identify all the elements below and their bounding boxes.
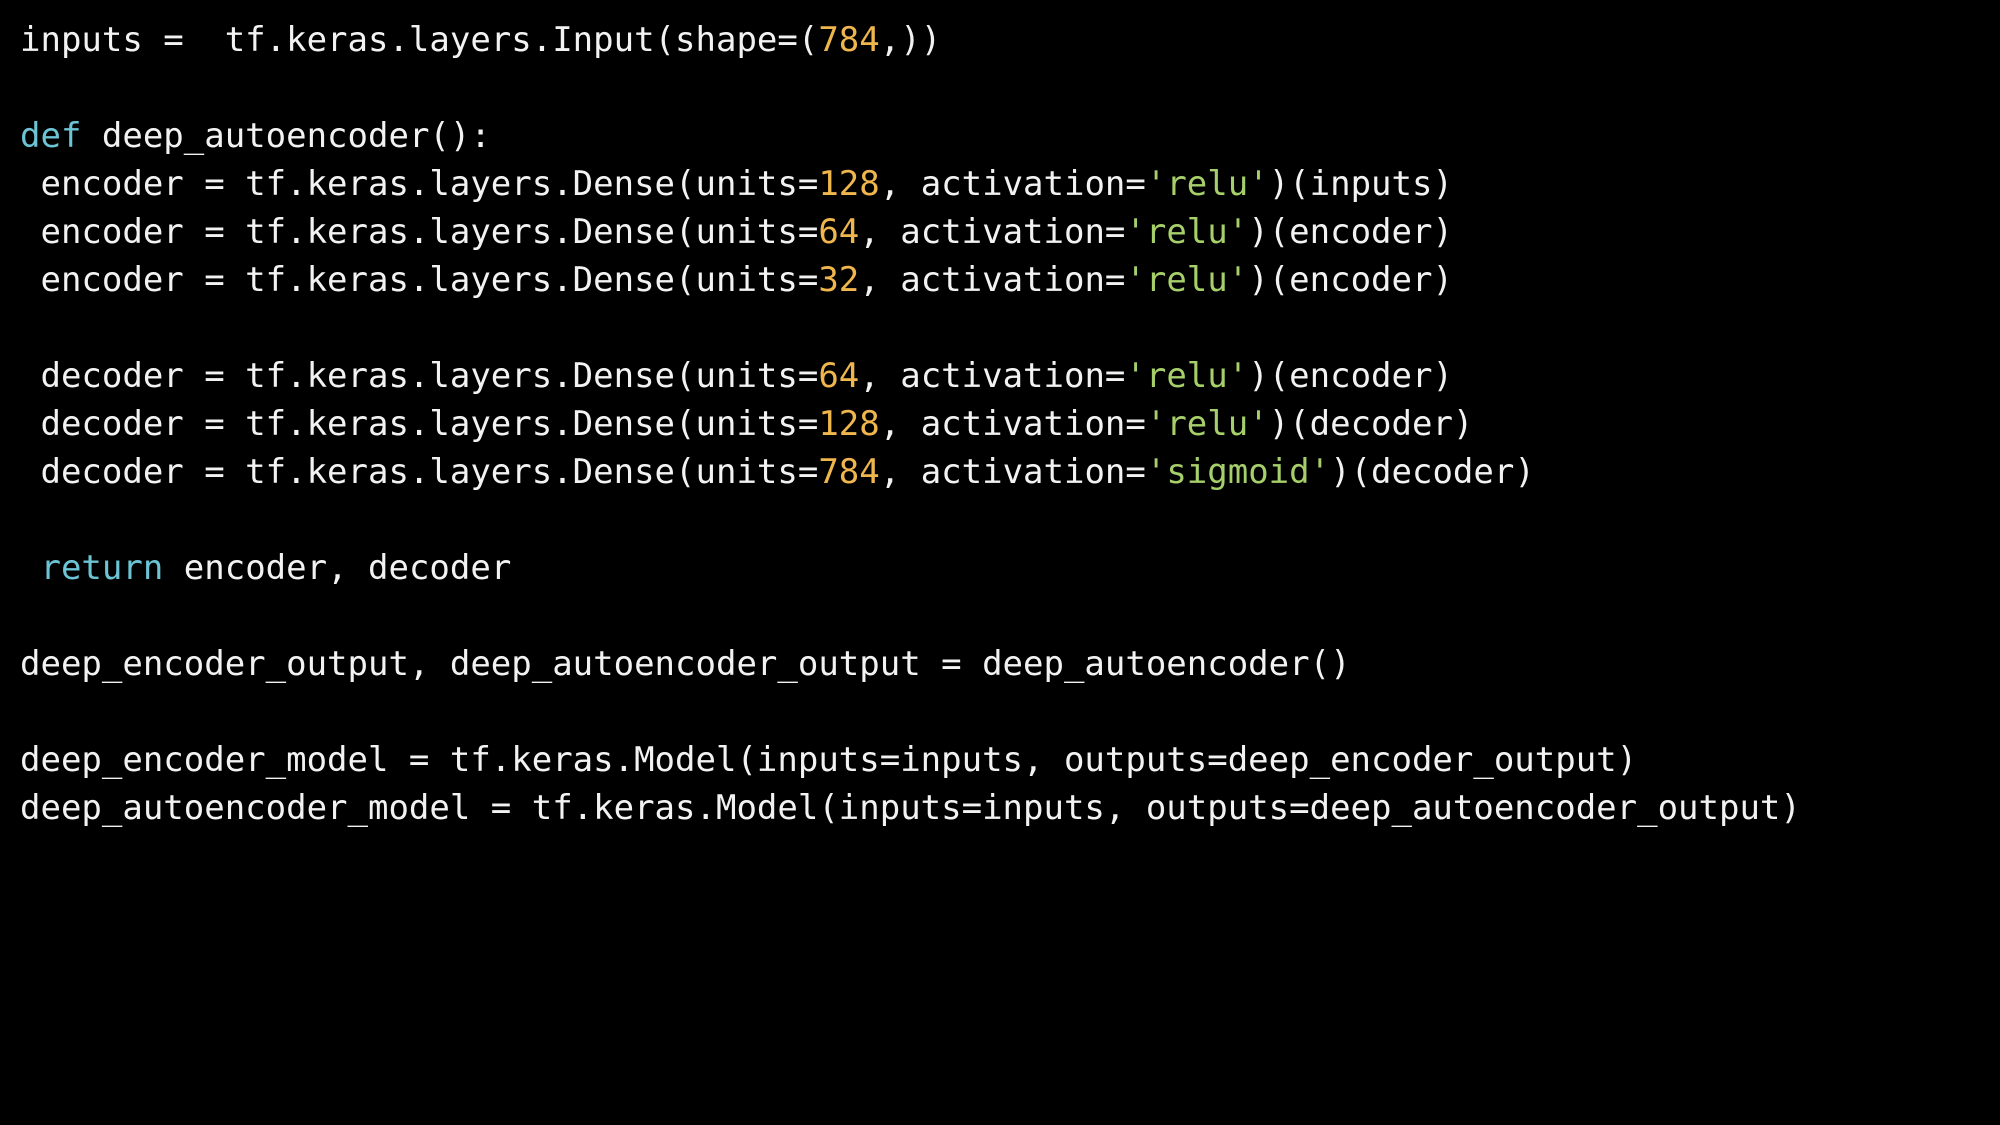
- code-string: 'relu': [1145, 164, 1269, 204]
- code-line: decoder = tf.keras.layers.Dense(units=12…: [20, 400, 1980, 448]
- code-text: encoder = tf.keras.layers.Dense(units=: [20, 164, 819, 204]
- code-text: ,)): [879, 20, 942, 60]
- code-line: deep_encoder_model = tf.keras.Model(inpu…: [20, 736, 1980, 784]
- code-line: decoder = tf.keras.layers.Dense(units=64…: [20, 352, 1980, 400]
- code-text: , activation=: [859, 260, 1126, 300]
- code-editor: inputs = tf.keras.layers.Input(shape=(78…: [20, 16, 1980, 832]
- code-text: )(inputs): [1268, 164, 1453, 204]
- code-keyword: def: [20, 116, 82, 156]
- code-string: 'relu': [1145, 404, 1269, 444]
- code-text: encoder = tf.keras.layers.Dense(units=: [20, 212, 819, 252]
- code-line: decoder = tf.keras.layers.Dense(units=78…: [20, 448, 1980, 496]
- code-line: deep_encoder_output, deep_autoencoder_ou…: [20, 640, 1980, 688]
- code-line: encoder = tf.keras.layers.Dense(units=64…: [20, 208, 1980, 256]
- code-keyword: return: [40, 548, 164, 588]
- code-line: encoder = tf.keras.layers.Dense(units=12…: [20, 160, 1980, 208]
- code-line: encoder = tf.keras.layers.Dense(units=32…: [20, 256, 1980, 304]
- code-text: deep_autoencoder_model = tf.keras.Model(…: [20, 788, 1801, 828]
- code-text: )(encoder): [1248, 356, 1453, 396]
- code-number: 64: [818, 356, 860, 396]
- code-text: , activation=: [879, 404, 1146, 444]
- code-text: , activation=: [879, 164, 1146, 204]
- code-text: inputs = tf.keras.layers.Input(shape=(: [20, 20, 819, 60]
- code-string: 'relu': [1125, 212, 1249, 252]
- code-text: decoder = tf.keras.layers.Dense(units=: [20, 452, 819, 492]
- code-number: 784: [818, 452, 880, 492]
- code-text: )(decoder): [1268, 404, 1474, 444]
- code-string: 'relu': [1125, 260, 1249, 300]
- code-number: 64: [818, 212, 860, 252]
- code-text: deep_encoder_model = tf.keras.Model(inpu…: [20, 740, 1638, 780]
- code-line: deep_autoencoder_model = tf.keras.Model(…: [20, 784, 1980, 832]
- code-text: )(encoder): [1248, 212, 1453, 252]
- code-text: deep_autoencoder():: [81, 116, 491, 156]
- code-text: decoder = tf.keras.layers.Dense(units=: [20, 404, 819, 444]
- code-text: , activation=: [879, 452, 1146, 492]
- code-text: )(encoder): [1248, 260, 1453, 300]
- code-text: encoder = tf.keras.layers.Dense(units=: [20, 260, 819, 300]
- code-line: def deep_autoencoder():: [20, 112, 1980, 160]
- code-text: , activation=: [859, 212, 1126, 252]
- code-number: 784: [818, 20, 880, 60]
- code-text: encoder, decoder: [163, 548, 512, 588]
- code-text: deep_encoder_output, deep_autoencoder_ou…: [20, 644, 1351, 684]
- code-number: 128: [818, 164, 880, 204]
- code-line: return encoder, decoder: [20, 544, 1980, 592]
- code-text: decoder = tf.keras.layers.Dense(units=: [20, 356, 819, 396]
- code-string: 'relu': [1125, 356, 1249, 396]
- code-string: 'sigmoid': [1145, 452, 1331, 492]
- code-number: 128: [818, 404, 880, 444]
- code-number: 32: [818, 260, 860, 300]
- code-line: inputs = tf.keras.layers.Input(shape=(78…: [20, 16, 1980, 64]
- code-text: , activation=: [859, 356, 1126, 396]
- code-text: )(decoder): [1330, 452, 1535, 492]
